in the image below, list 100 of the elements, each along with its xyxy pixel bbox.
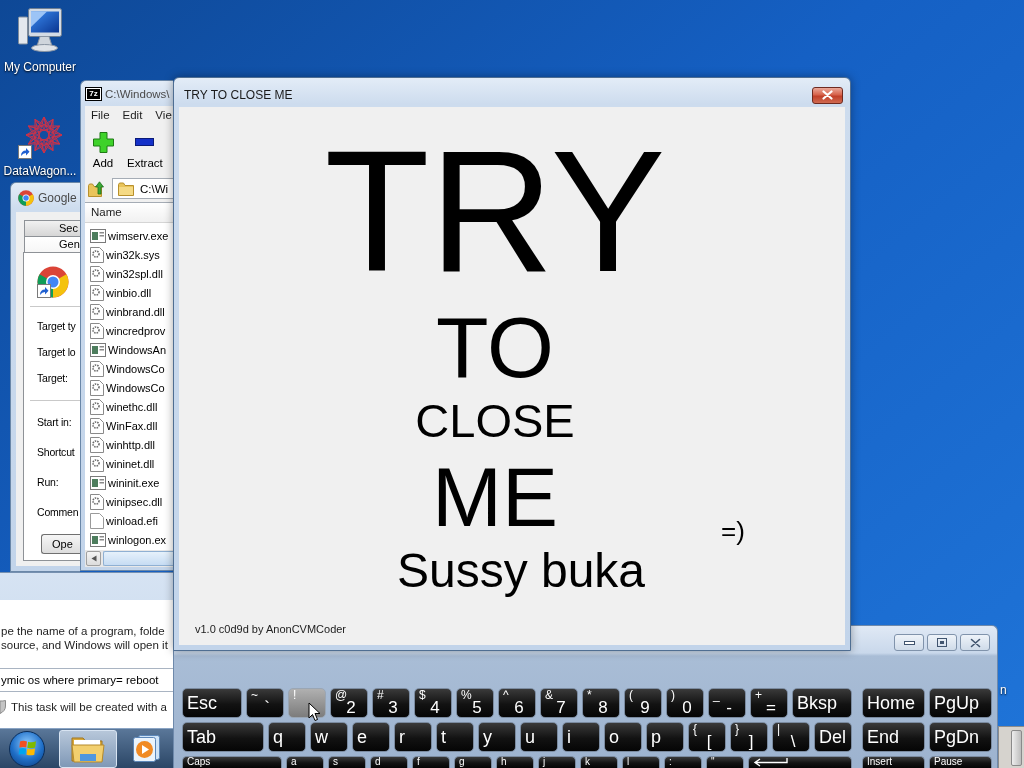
file-name[interactable]: WinFax.dll xyxy=(106,419,158,432)
start-button[interactable] xyxy=(9,730,45,767)
key[interactable]: g xyxy=(454,756,492,768)
close-button[interactable] xyxy=(812,86,843,104)
file-name[interactable]: WindowsCo xyxy=(106,381,165,394)
key[interactable]: ( 9 xyxy=(624,688,662,718)
key[interactable]: h xyxy=(496,756,534,768)
file-name[interactable]: winhttp.dll xyxy=(106,438,155,451)
file-name[interactable]: winethc.dll xyxy=(106,400,158,413)
key[interactable]: % 5 xyxy=(456,688,494,718)
tab[interactable]: Gen xyxy=(24,236,80,252)
message-text: ME xyxy=(432,455,558,539)
key[interactable]: PgUp xyxy=(929,688,992,718)
key[interactable]: Tab xyxy=(182,722,264,752)
key[interactable]: i xyxy=(562,722,600,752)
file-name[interactable]: WindowsAn xyxy=(108,343,167,356)
file-name[interactable]: winbrand.dll xyxy=(106,305,165,318)
field-label: Run: xyxy=(37,475,59,490)
key[interactable]: " xyxy=(706,756,744,768)
key[interactable]: Bksp xyxy=(792,688,852,718)
key[interactable]: @ 2 xyxy=(330,688,368,718)
folder-up-icon[interactable] xyxy=(88,180,104,197)
key[interactable]: w xyxy=(310,722,348,752)
key[interactable]: * 8 xyxy=(582,688,620,718)
key[interactable]: q xyxy=(268,722,306,752)
key[interactable]: l xyxy=(622,756,660,768)
key[interactable]: ~ ` xyxy=(246,688,284,718)
menu-item[interactable]: Vie xyxy=(155,108,172,121)
round-logo-icon xyxy=(18,189,34,206)
taskbar-button[interactable] xyxy=(59,729,117,768)
key[interactable]: Home xyxy=(862,688,925,718)
gear-file-icon xyxy=(90,398,104,415)
key[interactable]: : xyxy=(664,756,702,768)
key[interactable]: & 7 xyxy=(540,688,578,718)
key[interactable]: Pause xyxy=(929,756,992,768)
key[interactable]: f xyxy=(412,756,450,768)
dialog-button[interactable]: Ope xyxy=(41,534,80,554)
key[interactable]: End xyxy=(862,722,925,752)
mesh-shortcut-icon[interactable] xyxy=(17,114,63,160)
key[interactable]: } ] xyxy=(730,722,768,752)
scrollbar-thumb[interactable] xyxy=(1011,730,1022,766)
key[interactable]: e xyxy=(352,722,390,752)
file-name[interactable]: wincredprov xyxy=(106,324,166,337)
key[interactable]: _ - xyxy=(708,688,746,718)
key[interactable]: ^ 6 xyxy=(498,688,536,718)
key[interactable]: { [ xyxy=(688,722,726,752)
key[interactable]: + = xyxy=(750,688,788,718)
key[interactable]: # 3 xyxy=(372,688,410,718)
scrollbar-thumb[interactable] xyxy=(103,551,173,566)
gear-file-icon xyxy=(90,379,104,396)
key[interactable]: o xyxy=(604,722,642,752)
key[interactable]: t xyxy=(436,722,474,752)
gear-file-icon xyxy=(90,303,104,320)
key[interactable]: $ 4 xyxy=(414,688,452,718)
key[interactable]: s xyxy=(328,756,366,768)
close-button[interactable] xyxy=(960,634,990,651)
key[interactable]: u xyxy=(520,722,558,752)
key[interactable]: p xyxy=(646,722,684,752)
folder-icon xyxy=(118,181,134,196)
file-name[interactable]: winipsec.dll xyxy=(106,495,163,508)
toolbar-button[interactable]: Extract xyxy=(127,130,163,170)
file-name[interactable]: winlogon.ex xyxy=(108,533,167,546)
key[interactable]: Esc xyxy=(182,688,242,718)
desktop-icon-label[interactable]: My Computer xyxy=(4,60,76,74)
menu-item[interactable]: File xyxy=(91,108,110,121)
key[interactable]: ) 0 xyxy=(666,688,704,718)
tab[interactable]: Sec xyxy=(24,220,80,236)
shield-icon xyxy=(0,700,6,714)
command-field[interactable]: ymic os where primary= reboot xyxy=(0,668,173,692)
key[interactable]: r xyxy=(394,722,432,752)
file-name[interactable]: winbio.dll xyxy=(106,286,152,299)
key[interactable]: | \ xyxy=(772,722,810,752)
file-name[interactable]: wimserv.exe xyxy=(108,229,169,242)
desktop-icon-label[interactable]: n xyxy=(1000,683,1007,697)
scroll-left-button[interactable] xyxy=(86,551,101,566)
key[interactable]: a xyxy=(286,756,324,768)
key[interactable]: Del xyxy=(814,722,852,752)
file-name[interactable]: wininit.exe xyxy=(108,476,160,489)
file-name[interactable]: winload.efi xyxy=(106,514,158,527)
file-name[interactable]: WindowsCo xyxy=(106,362,165,375)
key[interactable]: j xyxy=(538,756,576,768)
key[interactable]: Insert xyxy=(862,756,925,768)
key[interactable]: Caps xyxy=(182,756,282,768)
desktop-icon-label[interactable]: DataWagon... xyxy=(3,164,77,178)
computer-icon[interactable] xyxy=(18,8,62,52)
credit-text: v1.0 c0d9d by AnonCVMCoder xyxy=(194,622,347,637)
folder-icon xyxy=(71,734,105,763)
address-field[interactable]: C:\Wi xyxy=(112,178,173,199)
maximize-button[interactable] xyxy=(927,634,957,651)
minimize-button[interactable] xyxy=(894,634,924,651)
key[interactable]: d xyxy=(370,756,408,768)
key[interactable]: y xyxy=(478,722,516,752)
key[interactable] xyxy=(748,756,852,768)
key[interactable]: PgDn xyxy=(929,722,992,752)
file-name[interactable]: wininet.dll xyxy=(106,457,155,470)
file-name[interactable]: win32k.sys xyxy=(106,248,160,261)
menu-item[interactable]: Edit xyxy=(122,108,143,121)
key[interactable]: k xyxy=(580,756,618,768)
file-name[interactable]: win32spl.dll xyxy=(106,267,163,280)
toolbar-button[interactable]: Add xyxy=(88,130,118,170)
